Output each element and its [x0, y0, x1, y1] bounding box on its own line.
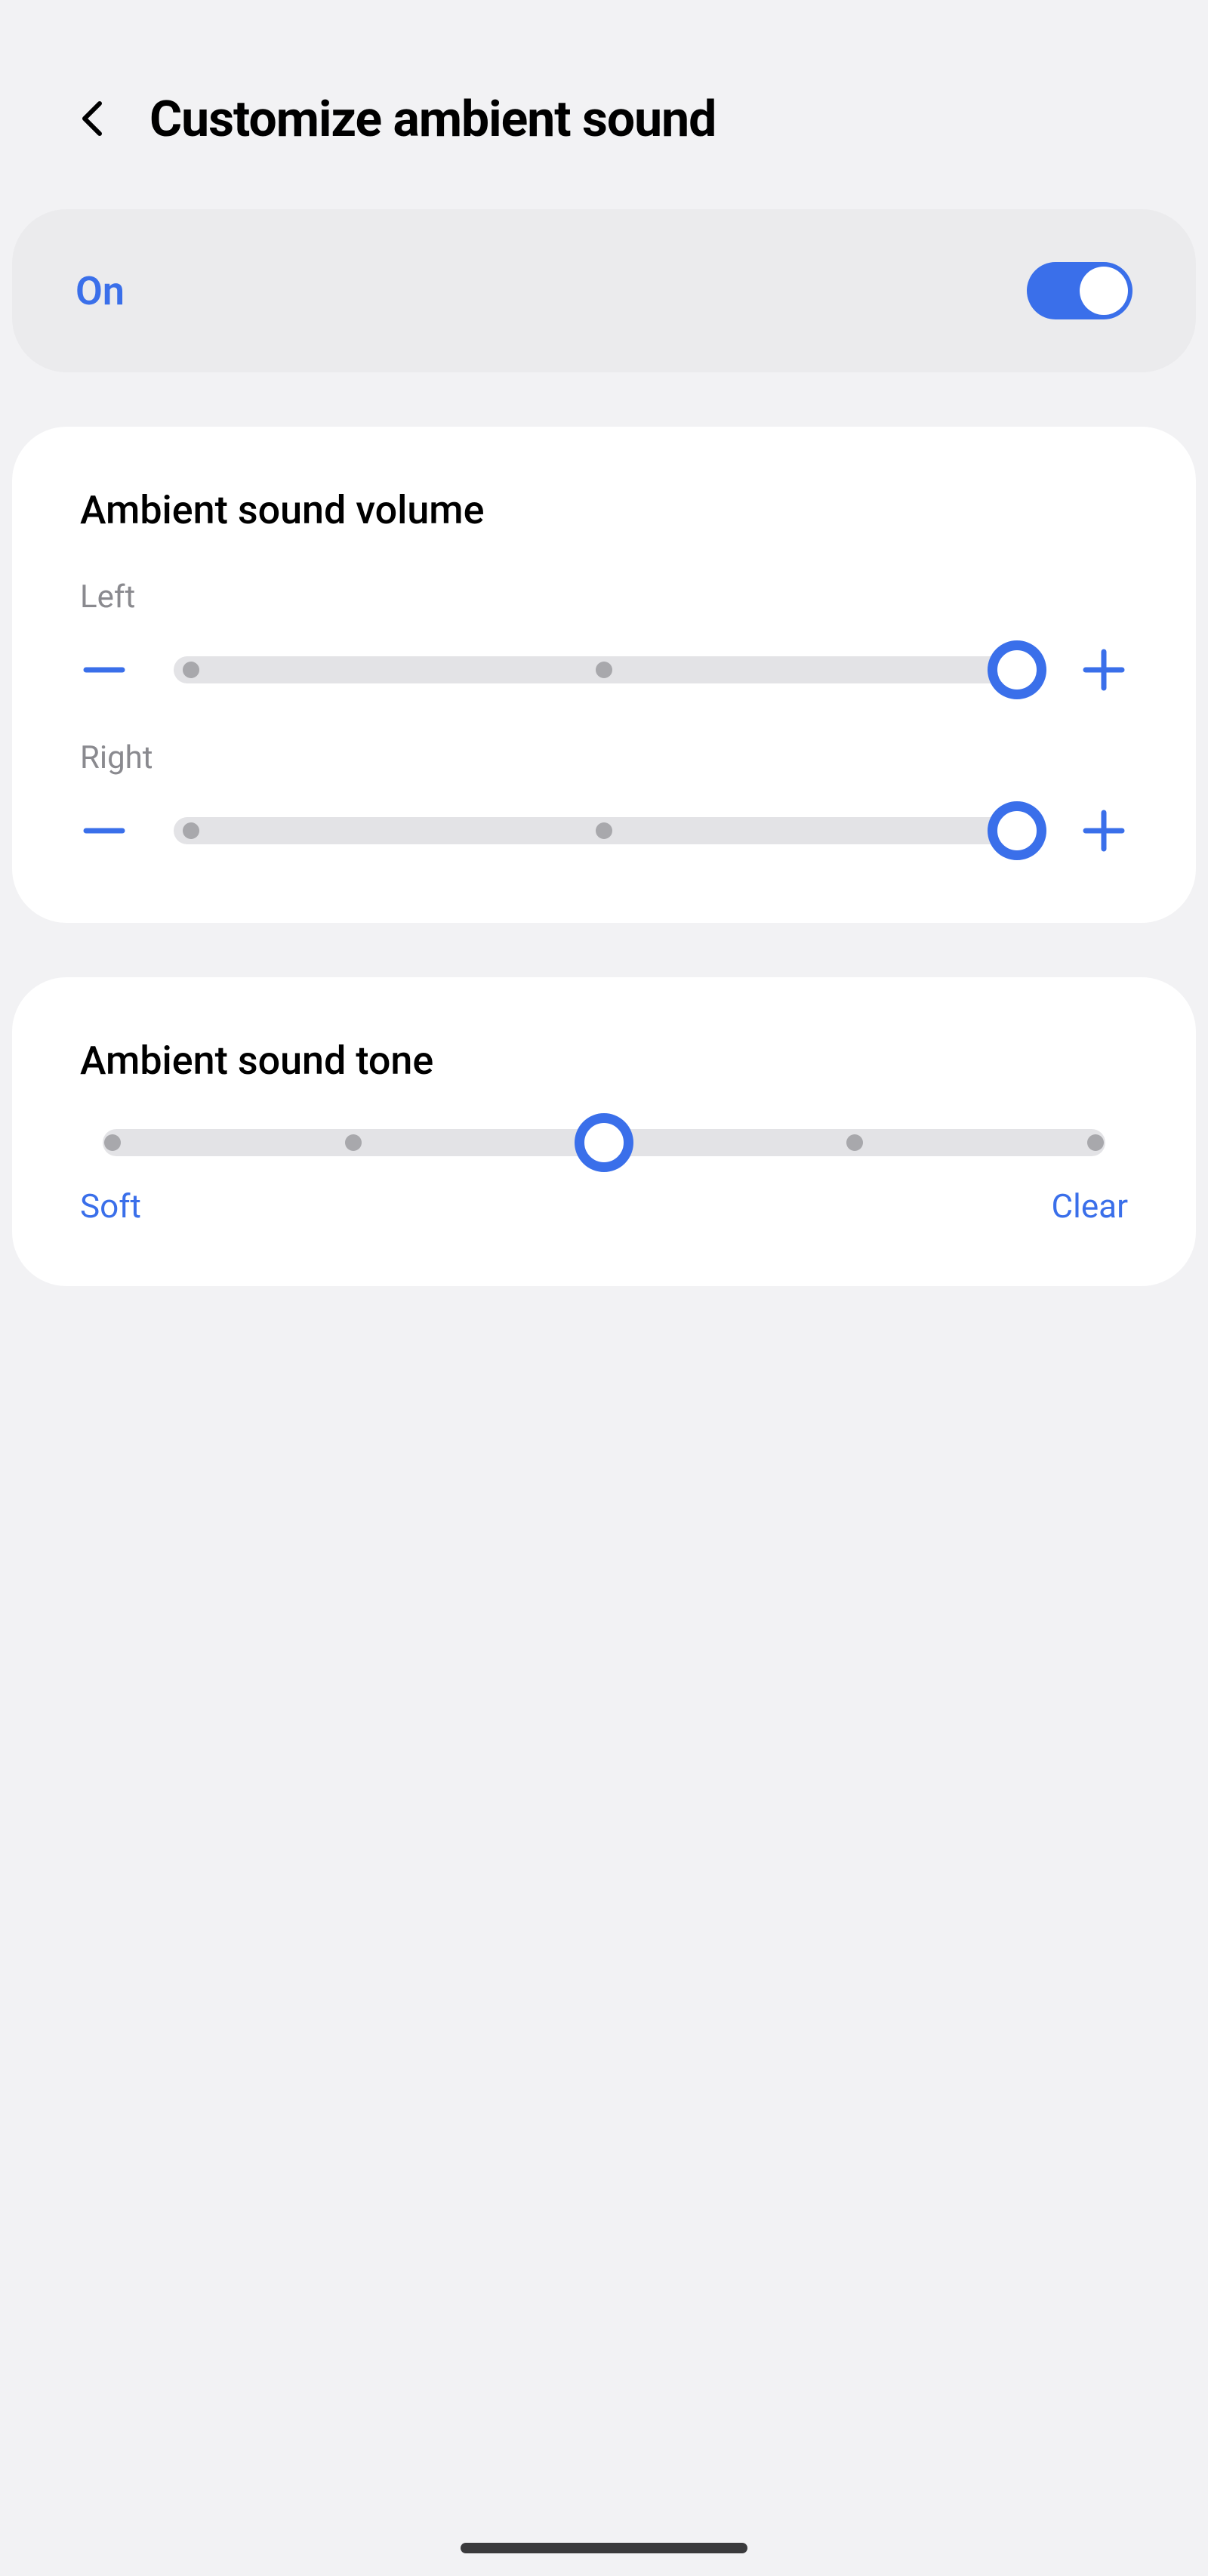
feature-toggle-row[interactable]: On	[12, 209, 1196, 372]
tone-slider-wrap: Soft Clear	[80, 1129, 1128, 1226]
tone-slider[interactable]	[103, 1129, 1105, 1156]
toggle-label: On	[76, 268, 125, 314]
slider-thumb[interactable]	[988, 640, 1046, 699]
minus-icon[interactable]	[80, 646, 128, 694]
minus-icon[interactable]	[80, 807, 128, 855]
slider-label-right: Right	[80, 739, 1128, 776]
volume-card: Ambient sound volume Left Right	[12, 427, 1196, 923]
tone-label-soft: Soft	[80, 1186, 141, 1226]
header: Customize ambient sound	[0, 0, 1208, 209]
toggle-switch[interactable]	[1027, 262, 1132, 319]
volume-slider-left[interactable]	[174, 656, 1034, 683]
volume-row-right	[80, 807, 1128, 855]
tone-labels: Soft Clear	[80, 1186, 1128, 1226]
volume-row-left	[80, 646, 1128, 694]
slider-thumb[interactable]	[988, 801, 1046, 860]
tone-card: Ambient sound tone Soft Clear	[12, 977, 1196, 1286]
slider-thumb[interactable]	[575, 1113, 633, 1172]
plus-icon[interactable]	[1080, 807, 1128, 855]
tone-card-title: Ambient sound tone	[80, 1038, 1128, 1084]
toggle-knob	[1080, 267, 1128, 315]
volume-slider-right[interactable]	[174, 817, 1034, 844]
home-indicator[interactable]	[461, 2543, 747, 2553]
tone-label-clear: Clear	[1051, 1186, 1128, 1226]
plus-icon[interactable]	[1080, 646, 1128, 694]
page-title: Customize ambient sound	[149, 91, 716, 149]
back-icon[interactable]	[76, 100, 112, 140]
volume-card-title: Ambient sound volume	[80, 487, 1128, 533]
slider-label-left: Left	[80, 578, 1128, 615]
volume-slider-right-group: Right	[80, 739, 1128, 855]
volume-slider-left-group: Left	[80, 578, 1128, 694]
